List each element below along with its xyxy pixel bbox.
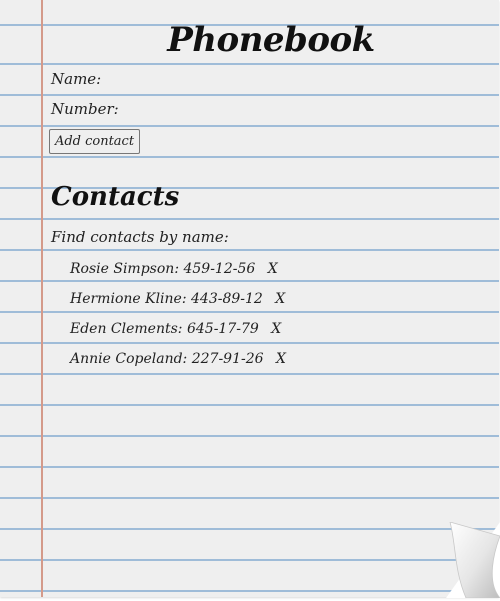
notebook-paper: Phonebook Name: Number: Add contact Cont… (0, 0, 499, 597)
contact-number: 459-12-56 (183, 261, 256, 277)
contact-separator: : (177, 321, 187, 337)
contact-name: Annie Copeland (70, 351, 183, 367)
list-item: Hermione Kline: 443-89-12 X (70, 286, 286, 316)
list-item: Eden Clements: 645-17-79 X (70, 316, 286, 346)
filter-input[interactable] (212, 229, 416, 251)
delete-contact-button[interactable]: X (275, 286, 285, 312)
contact-number: 443-89-12 (191, 291, 263, 307)
margin-line (41, 0, 43, 597)
name-input[interactable] (96, 71, 400, 93)
delete-contact-button[interactable]: X (271, 316, 281, 342)
contact-name: Hermione Kline (70, 291, 182, 307)
contact-list: Rosie Simpson: 459-12-56 X Hermione Klin… (70, 256, 286, 376)
list-item: Rosie Simpson: 459-12-56 X (70, 256, 286, 286)
contact-number: 645-17-79 (186, 321, 259, 337)
contact-number: 227-91-26 (191, 351, 264, 367)
filter-label: Find contacts by name: (51, 228, 229, 246)
contact-name: Eden Clements (70, 321, 178, 337)
contact-separator: : (181, 291, 192, 307)
number-label: Number: (51, 100, 119, 118)
number-input[interactable] (110, 101, 404, 123)
page-curl-icon (446, 522, 500, 598)
add-contact-button[interactable]: Add contact (49, 129, 140, 154)
contacts-heading: Contacts (51, 182, 180, 212)
page-title: Phonebook (167, 20, 375, 60)
name-label: Name: (51, 70, 102, 88)
list-item: Annie Copeland: 227-91-26 X (70, 346, 286, 376)
delete-contact-button[interactable]: X (276, 346, 286, 372)
contact-name: Rosie Simpson (70, 261, 175, 277)
contact-separator: : (182, 351, 192, 367)
delete-contact-button[interactable]: X (268, 256, 278, 282)
